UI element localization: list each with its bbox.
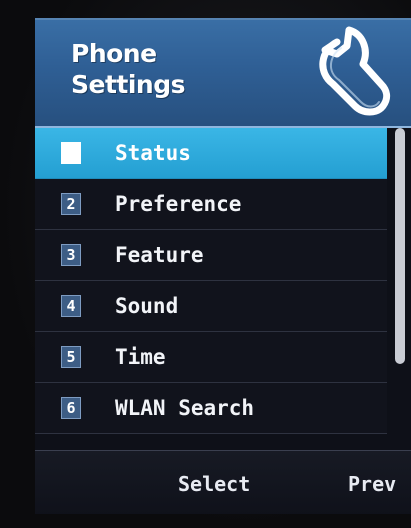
menu-item-feature[interactable]: 3 Feature [35,230,387,281]
menu-item-number: 5 [61,346,81,368]
page-title: Phone Settings [71,38,241,100]
page-title-line-1: Phone [71,39,157,68]
menu-item-number: 6 [61,397,81,419]
menu-item-status[interactable]: 1 Status [35,128,387,179]
menu-item-label: WLAN Search [115,396,255,420]
menu-item-label: Status [115,141,191,165]
menu-item-number: 2 [61,193,81,215]
menu-item-label: Sound [115,294,179,318]
menu-item-label: Time [115,345,166,369]
menu-item-number: 3 [61,244,81,266]
softkey-bar: Select Prev [35,450,411,514]
menu-item-preference[interactable]: 2 Preference [35,179,387,230]
select-softkey[interactable]: Select [178,471,250,497]
menu-scrollbar[interactable] [395,128,405,364]
phone-screen: Phone Settings 1 Status 2 Preference 3 F… [35,18,411,514]
menu-item-time[interactable]: 5 Time [35,332,387,383]
page-title-line-2: Settings [71,70,186,99]
menu-item-number: 1 [61,142,81,164]
wrench-icon [319,26,391,116]
header-bar: Phone Settings [35,18,411,128]
menu-item-label: Preference [115,192,242,216]
menu-item-label: Feature [115,243,204,267]
menu-item-wlan-search[interactable]: 6 WLAN Search [35,383,387,434]
menu-item-sound[interactable]: 4 Sound [35,281,387,332]
prev-softkey[interactable]: Prev [348,471,396,497]
settings-menu-list: 1 Status 2 Preference 3 Feature 4 Sound … [35,128,411,446]
menu-item-number: 4 [61,295,81,317]
